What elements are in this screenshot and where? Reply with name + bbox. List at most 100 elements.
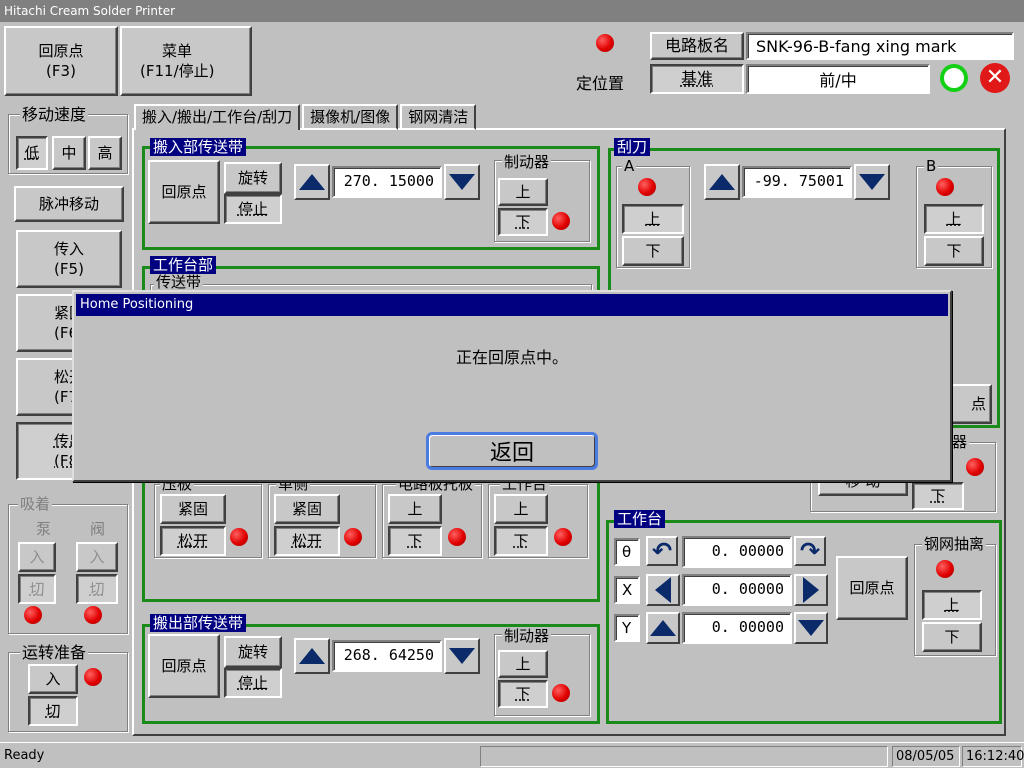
y-value: 0. 00000 [682,612,792,644]
unload-stop-label: 停止 [237,673,268,692]
press-release-label: 松开 [177,531,208,550]
board-name-label-button[interactable]: 电路板名 [650,32,744,60]
speed-mid-button[interactable]: 中 [52,136,86,170]
y-down-button[interactable] [794,612,828,644]
run-prep-off-button[interactable]: 切 [28,696,78,726]
speed-low-label: 低 [24,143,40,162]
squeegee-a-down-button[interactable]: 下 [622,236,684,266]
load-width-down-button[interactable] [444,164,480,200]
unload-conveyor-rotate-button[interactable]: 旋转 [224,636,282,668]
load-conveyor-stop-button[interactable]: 停止 [224,194,282,224]
stage-home-label: 回原点 [849,578,895,597]
unload-width-up-button[interactable] [294,638,330,674]
squeegee-a-label: A [622,157,637,175]
pump-off-button[interactable]: 切 [18,574,56,604]
load-rotate-label: 旋转 [237,168,268,187]
load-f5-button[interactable]: 传入 (F5) [16,230,122,288]
camera-brake-led [966,458,984,476]
load-brake-down-button[interactable]: 下 [498,208,548,236]
menu-button-label: 菜单 [162,41,193,60]
status-text: Ready [4,748,45,763]
reference-label-button[interactable]: 基准 [650,64,744,94]
ok-circle-icon[interactable] [940,64,968,92]
unload-brake-led [552,684,570,702]
unload-width-down-button[interactable] [444,638,480,674]
x-right-button[interactable] [794,574,828,606]
return-button[interactable]: 返回 [426,432,598,470]
load-stop-label: 停止 [237,199,268,218]
load-width-value: 270. 15000 [332,166,442,198]
tab-strip: 搬入/搬出/工作台/刮刀 摄像机/图像 钢网清洁 [134,104,478,130]
rotate-ccw-icon[interactable]: ↶ [646,536,678,566]
valve-label: 阀 [90,520,106,538]
arrow-down-icon [449,648,475,664]
squeegee-b-down-label: 下 [946,241,962,260]
tab-load-unload[interactable]: 搬入/搬出/工作台/刮刀 [134,104,301,130]
unload-brake-up-button[interactable]: 上 [498,650,548,678]
load-conveyor-rotate-button[interactable]: 旋转 [224,162,282,194]
valve-on-button[interactable]: 入 [76,542,118,572]
load-key: (F5) [54,260,84,278]
valve-off-button[interactable]: 切 [76,574,118,604]
squeegee-a-up-button[interactable]: 上 [622,204,684,234]
side-clamp-button[interactable]: 紧固 [274,494,340,524]
squeegee-b-up-button[interactable]: 上 [924,204,984,234]
move-speed-title: 移动速度 [20,105,89,124]
pump-label: 泵 [36,520,52,538]
home-button-key: (F3) [46,62,76,80]
close-x-icon[interactable]: ✕ [980,63,1010,93]
arrow-right-icon [803,577,819,603]
side-release-button[interactable]: 松开 [274,526,340,556]
pulse-move-button[interactable]: 脉冲移动 [14,186,124,222]
stage-home-button[interactable]: 回原点 [836,556,908,620]
press-clamp-button[interactable]: 紧固 [160,494,226,524]
unload-conveyor-stop-button[interactable]: 停止 [224,668,282,698]
speed-mid-label: 中 [61,143,77,162]
load-brake-up-button[interactable]: 上 [498,178,548,206]
tab-camera[interactable]: 摄像机/图像 [302,104,399,130]
rotate-cw-icon[interactable]: ↷ [794,536,826,566]
home-position-button[interactable]: 回原点 (F3) [4,26,118,96]
unload-home-label: 回原点 [161,656,207,675]
stage-up-label: 上 [513,499,529,518]
load-brake-title: 制动器 [502,153,552,171]
x-left-button[interactable] [646,574,680,606]
speed-low-button[interactable]: 低 [16,136,48,170]
arrow-up-icon [650,620,676,636]
stencil-up-button[interactable]: 上 [922,590,982,620]
theta-value: 0. 00000 [682,536,792,568]
stage-up-button[interactable]: 上 [494,494,548,524]
unload-brake-down-button[interactable]: 下 [498,680,548,708]
squeegee-b-down-button[interactable]: 下 [924,236,984,266]
camera-down-button[interactable]: 下 [912,482,964,510]
arrow-up-icon [709,174,735,190]
board-name-label-text: 电路板名 [664,36,729,56]
menu-button[interactable]: 菜单 (F11/停止) [120,26,252,96]
unload-conveyor-home-button[interactable]: 回原点 [148,634,220,698]
stage-down-button[interactable]: 下 [494,526,548,556]
conveyor-subtitle: 传送带 [154,273,204,291]
status-date: 08/05/05 [892,746,960,767]
press-release-button[interactable]: 松开 [160,526,226,556]
support-up-button[interactable]: 上 [388,494,442,524]
squeegee-down-button[interactable] [854,164,890,200]
arrow-up-icon [299,174,325,190]
squeegee-value: -99. 75001 [742,166,852,198]
squeegee-a-led [638,178,656,196]
pulse-move-label: 脉冲移动 [38,194,99,213]
board-name-field: SNK-96-B-fang xing mark [746,32,1014,60]
pump-on-button[interactable]: 入 [18,542,56,572]
run-prep-on-button[interactable]: 入 [28,664,78,694]
load-conveyor-home-button[interactable]: 回原点 [148,160,220,224]
arrow-down-icon [449,174,475,190]
support-down-button[interactable]: 下 [388,526,442,556]
load-width-up-button[interactable] [294,164,330,200]
stencil-down-button[interactable]: 下 [922,622,982,652]
y-label: Y [614,614,640,642]
y-up-button[interactable] [646,612,680,644]
load-brake-led [552,212,570,230]
speed-high-button[interactable]: 高 [88,136,122,170]
tab-stencil-clean[interactable]: 钢网清洁 [400,104,477,130]
unload-rotate-label: 旋转 [237,642,268,661]
squeegee-up-button[interactable] [704,164,740,200]
